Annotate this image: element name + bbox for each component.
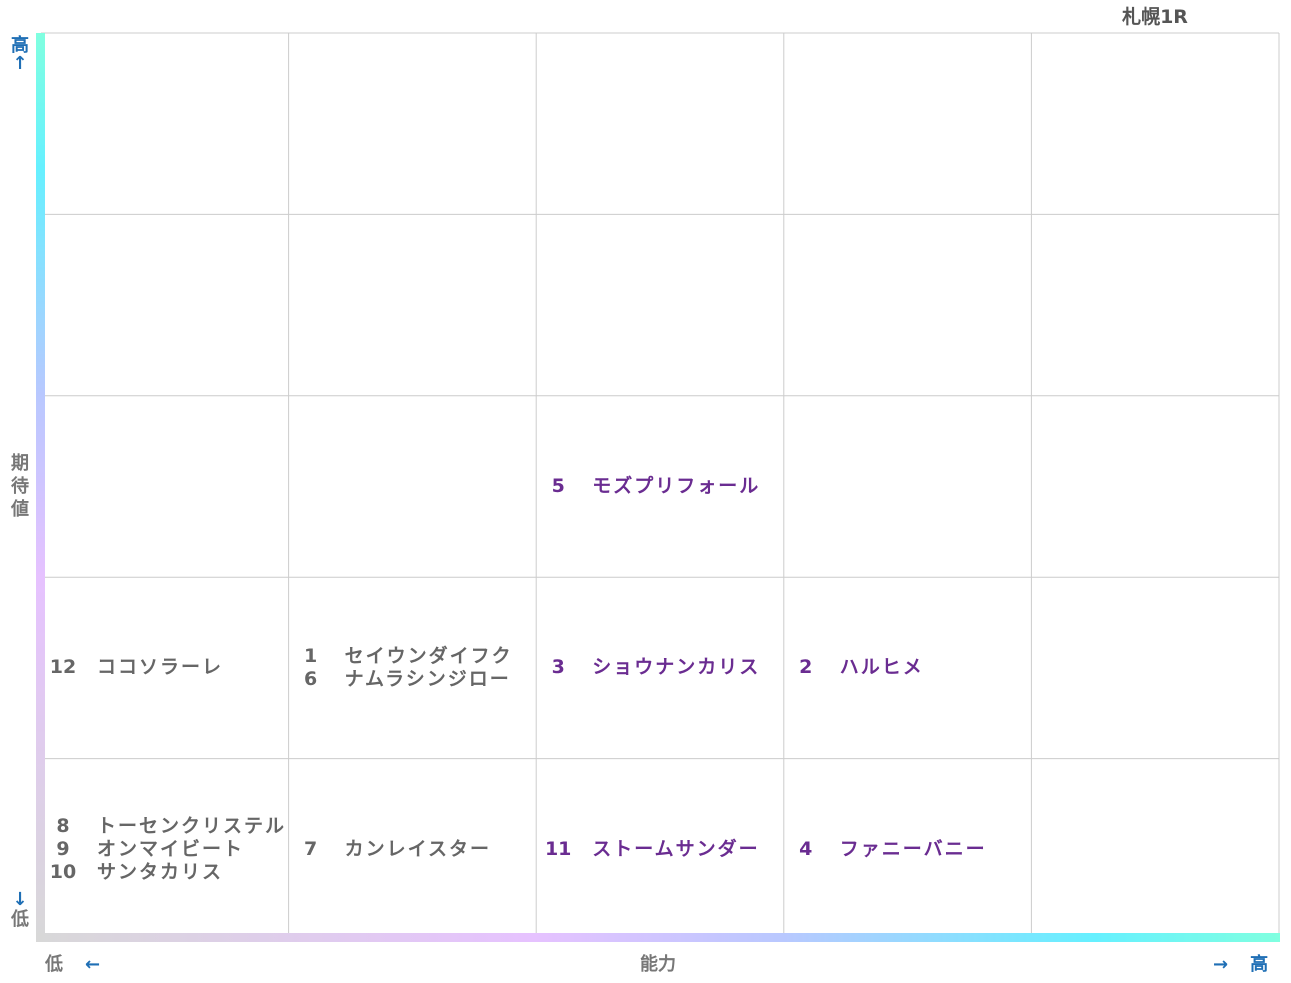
- x-axis-bar: [36, 933, 1280, 942]
- horse-name: ココソラーレ: [97, 656, 224, 679]
- horse-name: セイウンダイフク: [344, 644, 513, 667]
- x-axis-title: 能力: [640, 954, 676, 975]
- horse-number: 9: [56, 837, 70, 860]
- horse-number: 4: [799, 837, 813, 860]
- horse-name: ショウナンカリス: [592, 656, 761, 679]
- x-axis-high-label: → 高: [1213, 950, 1268, 976]
- left-arrow-icon: ←: [85, 954, 101, 975]
- horse-number: 8: [56, 814, 70, 837]
- horse-entry: 8 トーセンクリステル: [49, 815, 286, 838]
- x-high-text: 高: [1250, 954, 1269, 975]
- horse-number: 7: [303, 837, 318, 860]
- y-axis-bar: [36, 33, 45, 940]
- horse-entry: 7 カンレイスター: [297, 838, 491, 861]
- horse-entry: 4 ファニーバニー: [792, 838, 987, 861]
- horse-entry: 10 サンタカリス: [49, 861, 223, 884]
- y-title-char: 値: [11, 499, 29, 520]
- horse-name: トーセンクリステル: [97, 814, 287, 837]
- horse-number: 3: [551, 656, 565, 679]
- horse-number: 5: [551, 475, 565, 497]
- horse-name: モズプリフォール: [592, 475, 761, 497]
- horse-name: ストームサンダー: [592, 837, 760, 860]
- y-axis-title: 期 待 値: [6, 452, 34, 521]
- horse-entry: 9 オンマイビート: [49, 838, 244, 861]
- down-arrow-icon: ↓: [12, 889, 28, 910]
- y-axis-high-label: 高 ↑: [6, 34, 34, 74]
- up-arrow-icon: ↑: [12, 53, 28, 74]
- horse-entry: 5 モズプリフォール: [544, 475, 760, 498]
- y-title-char: 待: [11, 476, 29, 497]
- horse-entry: 12 ココソラーレ: [49, 656, 223, 679]
- horse-entry: 3 ショウナンカリス: [544, 656, 760, 679]
- x-axis-low-label: 低 ←: [45, 950, 100, 976]
- horse-entry: 6 ナムラシンジロー: [297, 668, 511, 691]
- horse-number: 11: [544, 837, 572, 860]
- y-title-char: 期: [11, 453, 29, 474]
- horse-name: ナムラシンジロー: [344, 667, 511, 690]
- horse-number: 2: [799, 656, 813, 679]
- horse-entry: 11 ストームサンダー: [544, 838, 759, 861]
- horse-name: サンタカリス: [97, 860, 224, 883]
- horse-entry: 1 セイウンダイフク: [297, 645, 513, 668]
- x-low-text: 低: [45, 954, 63, 975]
- horse-name: ハルヒメ: [839, 656, 924, 679]
- right-arrow-icon: →: [1213, 954, 1229, 975]
- horse-number: 10: [49, 860, 77, 883]
- horse-entry: 2 ハルヒメ: [792, 656, 924, 679]
- horse-name: カンレイスター: [344, 837, 492, 860]
- horse-number: 1: [303, 644, 318, 667]
- y-low-text: 低: [11, 909, 29, 930]
- horse-name: ファニーバニー: [839, 837, 987, 860]
- y-axis-low-label: ↓ 低: [6, 889, 34, 931]
- horse-number: 6: [303, 667, 318, 690]
- horse-name: オンマイビート: [97, 837, 245, 860]
- horse-number: 12: [49, 656, 77, 679]
